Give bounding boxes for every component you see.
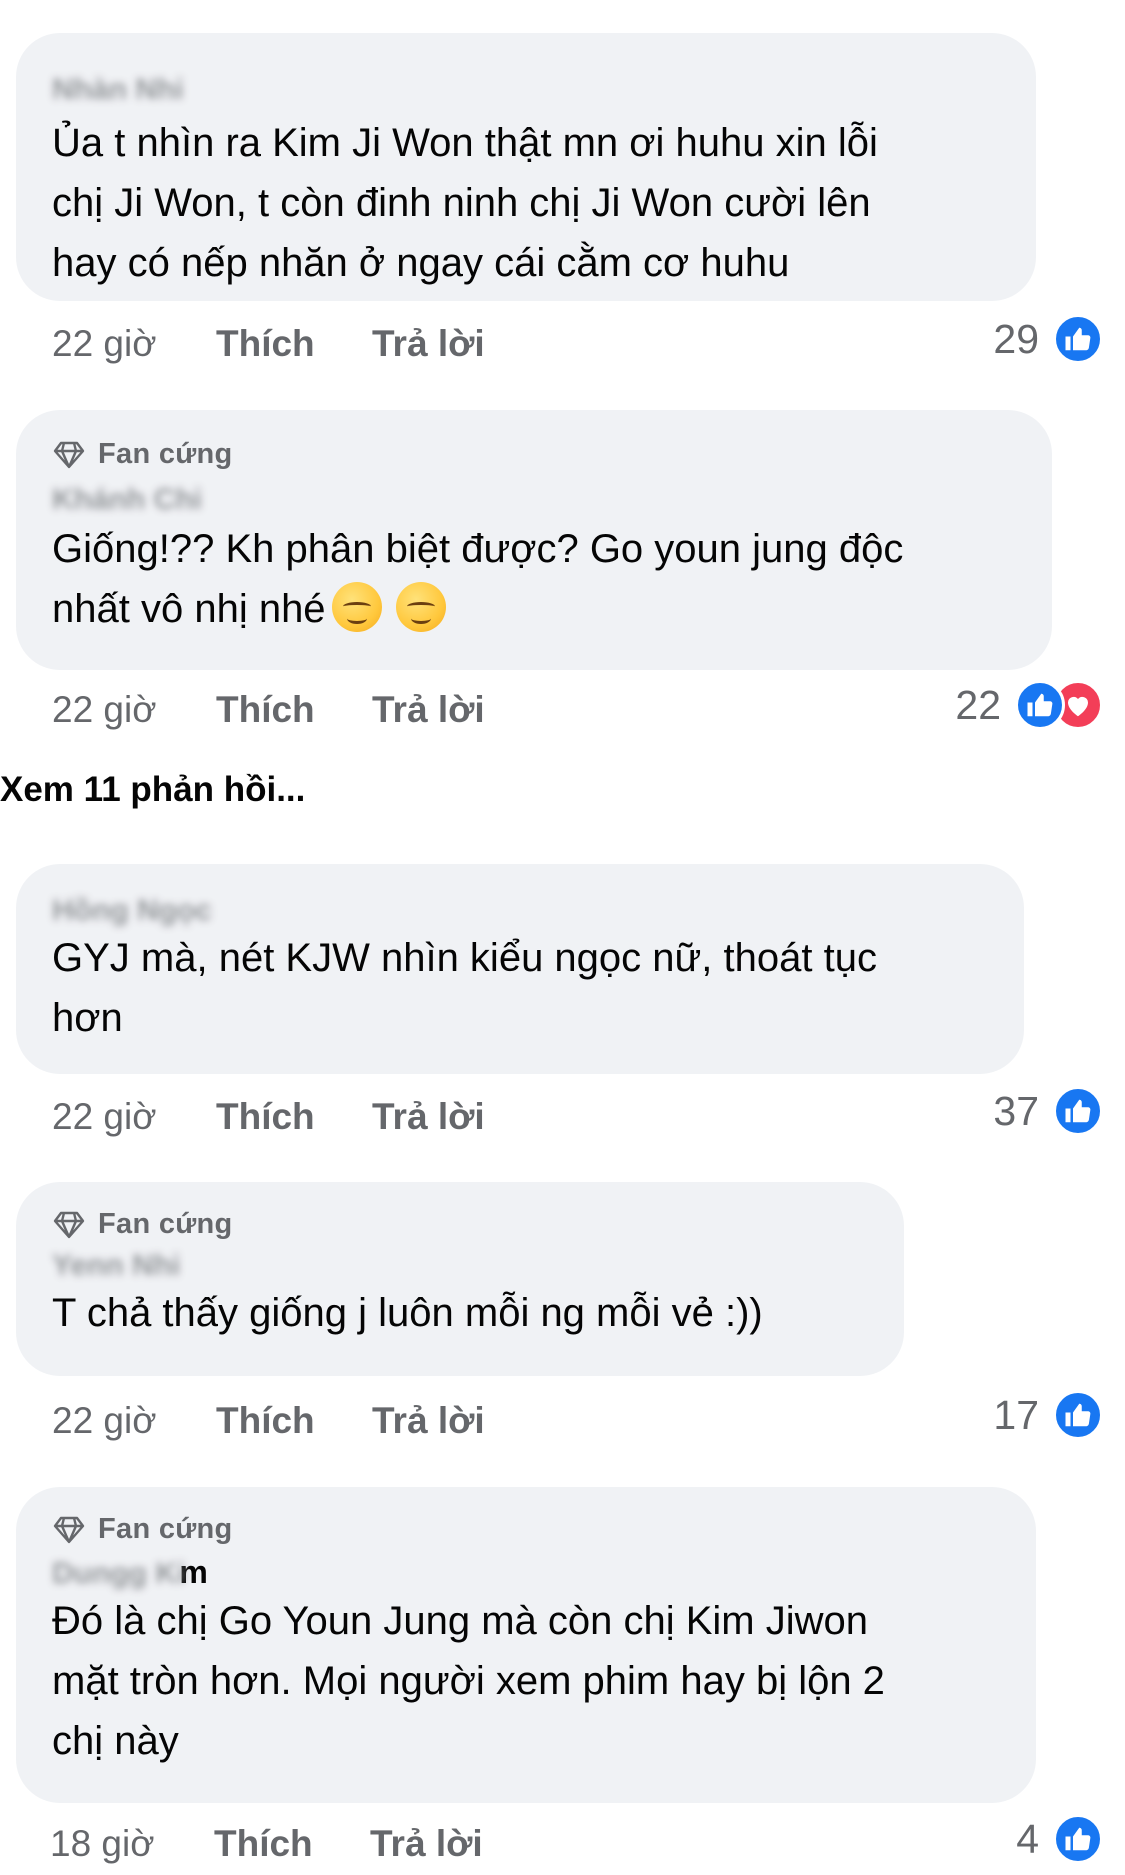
comment-time[interactable]: 18 giờ bbox=[50, 1823, 214, 1865]
like-button[interactable]: Thích bbox=[214, 1823, 370, 1865]
reply-button[interactable]: Trả lời bbox=[372, 1400, 485, 1442]
reply-button[interactable]: Trả lời bbox=[372, 323, 485, 365]
like-button[interactable]: Thích bbox=[216, 1400, 372, 1442]
comment-actions: 22 giờ Thích Trả lời bbox=[52, 319, 485, 369]
badge-label: Fan cứng bbox=[98, 438, 233, 470]
diamond-icon bbox=[53, 1211, 85, 1238]
author-name[interactable]: Khánh Chi bbox=[52, 483, 202, 517]
fan-badge: Fan cứng bbox=[52, 438, 1016, 471]
comment-text: Đó là chị Go Youn Jung mà còn chị Kim Ji… bbox=[52, 1599, 885, 1763]
comment-author[interactable]: Nhàn Nhi bbox=[52, 73, 1000, 107]
like-icon bbox=[1015, 680, 1065, 730]
comment-bubble: Fan cứng Dungg Kim Đó là chị Go Youn Jun… bbox=[16, 1487, 1036, 1803]
relieved-face-emoji bbox=[395, 582, 446, 632]
author-name[interactable]: Yenn Nhi bbox=[52, 1249, 180, 1283]
comment-actions: 18 giờ Thích Trả lời bbox=[50, 1819, 483, 1869]
author-name[interactable]: Dungg Ki bbox=[52, 1557, 185, 1591]
reaction-count: 17 bbox=[993, 1391, 1039, 1438]
like-button[interactable]: Thích bbox=[216, 323, 372, 365]
comment-text: Ủa t nhìn ra Kim Ji Won thật mn ơi huhu … bbox=[52, 121, 878, 285]
like-icon bbox=[1053, 314, 1103, 364]
like-icon bbox=[1053, 1814, 1103, 1864]
badge-label: Fan cứng bbox=[98, 1208, 233, 1240]
comment-bubble: Fan cứng Yenn Nhi T chả thấy giống j luô… bbox=[16, 1182, 904, 1376]
like-icon bbox=[1053, 1086, 1103, 1136]
diamond-icon bbox=[53, 1516, 85, 1543]
like-icon bbox=[1053, 1390, 1103, 1440]
diamond-icon bbox=[53, 441, 85, 468]
comment-time[interactable]: 22 giờ bbox=[52, 323, 216, 365]
badge-label: Fan cứng bbox=[98, 1513, 233, 1545]
comment-text: T chả thấy giống j luôn mỗi ng mỗi vẻ :)… bbox=[52, 1291, 763, 1335]
comment-bubble: Fan cứng Khánh Chi Giống!?? Kh phân biệt… bbox=[16, 410, 1052, 670]
comment-text-body: Giống!?? Kh phân biệt được? Go youn jung… bbox=[52, 527, 904, 631]
reaction-count: 37 bbox=[993, 1087, 1039, 1134]
reaction-count: 29 bbox=[993, 315, 1039, 362]
comment-actions: 22 giờ Thích Trả lời bbox=[52, 1396, 485, 1446]
reaction-summary[interactable]: 37 bbox=[993, 1086, 1103, 1136]
comment-text: GYJ mà, nét KJW nhìn kiểu ngọc nữ, thoát… bbox=[52, 936, 877, 1040]
comment-author[interactable]: Hồng Ngọc bbox=[52, 894, 988, 928]
fan-badge: Fan cứng bbox=[52, 1513, 1000, 1546]
relieved-face-emoji bbox=[331, 582, 382, 632]
comment-time[interactable]: 22 giờ bbox=[52, 1096, 216, 1138]
like-button[interactable]: Thích bbox=[216, 689, 372, 731]
reply-button[interactable]: Trả lời bbox=[370, 1823, 483, 1865]
comment-actions: 22 giờ Thích Trả lời bbox=[52, 685, 485, 735]
reaction-count: 4 bbox=[1016, 1815, 1039, 1862]
reaction-summary[interactable]: 17 bbox=[993, 1390, 1103, 1440]
author-name[interactable]: Nhàn Nhi bbox=[52, 73, 184, 107]
view-replies-link[interactable]: Xem 11 phản hồi... bbox=[0, 770, 305, 810]
reaction-summary[interactable]: 29 bbox=[993, 314, 1103, 364]
comment-author[interactable]: Yenn Nhi bbox=[52, 1249, 868, 1283]
reaction-summary[interactable]: 4 bbox=[1016, 1814, 1103, 1864]
comment-bubble: Hồng Ngọc GYJ mà, nét KJW nhìn kiểu ngọc… bbox=[16, 864, 1024, 1074]
author-name[interactable]: Hồng Ngọc bbox=[52, 894, 212, 928]
comment-time[interactable]: 22 giờ bbox=[52, 1400, 216, 1442]
fan-badge: Fan cứng bbox=[52, 1208, 868, 1241]
reaction-summary[interactable]: 22 bbox=[955, 680, 1103, 730]
comment-author[interactable]: Khánh Chi bbox=[52, 483, 1016, 517]
comment-actions: 22 giờ Thích Trả lời bbox=[52, 1092, 485, 1142]
reply-button[interactable]: Trả lời bbox=[372, 1096, 485, 1138]
reply-button[interactable]: Trả lời bbox=[372, 689, 485, 731]
comment-text: Giống!?? Kh phân biệt được? Go youn jung… bbox=[52, 519, 1016, 639]
reaction-count: 22 bbox=[955, 681, 1001, 728]
comment-author[interactable]: Dungg Kim bbox=[52, 1554, 1000, 1591]
comment-time[interactable]: 22 giờ bbox=[52, 689, 216, 731]
like-button[interactable]: Thích bbox=[216, 1096, 372, 1138]
comment-bubble: Nhàn Nhi Ủa t nhìn ra Kim Ji Won thật mn… bbox=[16, 33, 1036, 301]
